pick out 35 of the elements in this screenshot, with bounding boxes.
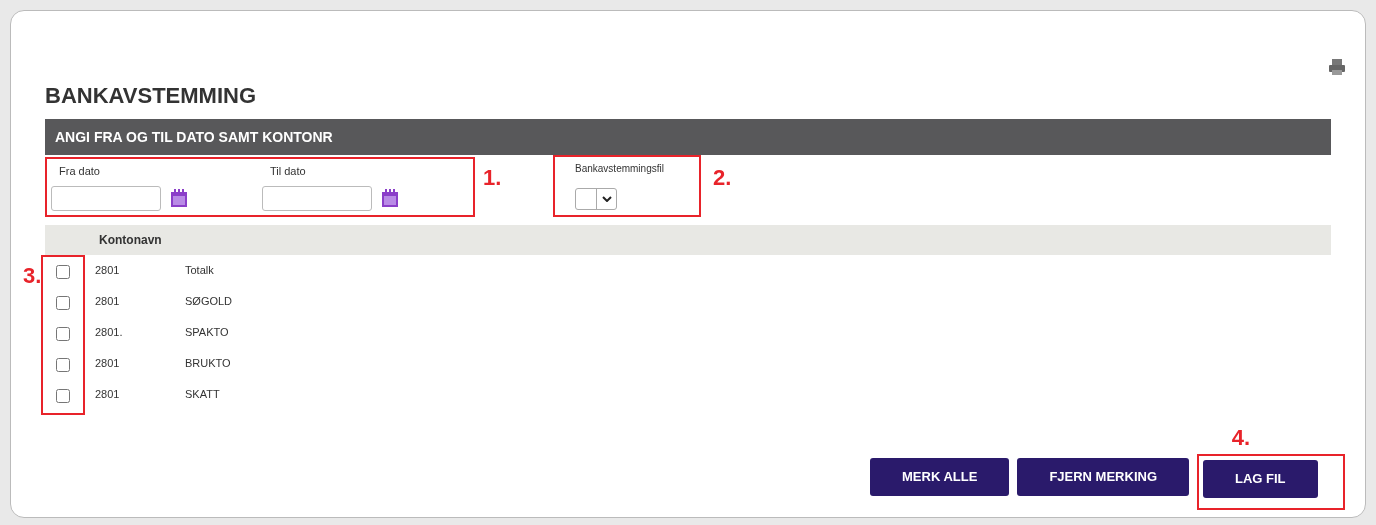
field-label: Bankavstemmingsfil [575,162,664,176]
date-field[interactable] [262,185,372,211]
print-icon[interactable] [1329,59,1345,75]
account-number: 2801 [95,356,121,372]
row-checkbox[interactable] [56,327,70,341]
row-checkbox[interactable] [56,389,70,403]
annotation-number: 3. [23,262,42,290]
column-header: Kontonavn [99,232,162,249]
action-button[interactable]: MERK ALLE [870,458,1010,496]
account-number: 2801 [95,387,121,403]
annotation-number: 1. [483,164,503,192]
account-name: Totalk [185,263,214,279]
field-label: Til dato [269,164,307,179]
section-bar: ANGI FRA OG TIL DATO SAMT KONTONR [45,119,1331,155]
account-number: 2801. [95,325,124,341]
account-name: BRUKTO [185,356,231,372]
account-name: SKATT [185,387,220,403]
row-checkbox[interactable] [56,358,70,372]
row-checkbox[interactable] [56,296,70,310]
account-number: 2801 [95,294,121,310]
chevron-down-icon [601,196,612,202]
calendar-icon[interactable] [382,189,398,207]
annotation-number: 2. [713,164,732,192]
row-checkbox[interactable] [56,265,70,279]
date-field[interactable] [51,185,161,211]
action-button[interactable]: FJERN MERKING [1017,458,1189,496]
account-name: SPAKTO [185,325,229,341]
field-label: Fra dato [58,164,101,179]
account-name: SØGOLD [185,294,233,310]
annotation-number: 4. [1231,424,1251,452]
action-button[interactable]: LAG FIL [1203,460,1318,498]
account-number: 2801 [95,263,121,279]
page-title: BANKAVSTEMMING [45,82,258,109]
calendar-icon[interactable] [171,189,187,207]
file-dropdown[interactable] [575,188,617,210]
